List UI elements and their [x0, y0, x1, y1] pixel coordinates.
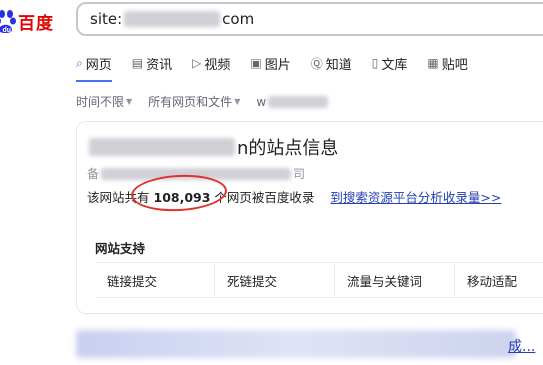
icp-prefix: 备: [87, 167, 100, 181]
card-title[interactable]: n的站点信息: [89, 134, 338, 160]
tab-label: 知道: [325, 57, 352, 73]
resource-platform-link[interactable]: 到搜索资源平台分析收录量>>: [330, 190, 501, 205]
redacted-site: [268, 95, 329, 108]
next-result-tail[interactable]: 成...: [508, 336, 535, 356]
tieba-icon: ▦: [427, 56, 439, 70]
support-links: 链接提交 死链提交 流量与关键词 移动适配: [95, 262, 543, 298]
tab-label: 视频: [204, 57, 231, 73]
query-suffix: com: [222, 10, 255, 28]
tab-label: 资讯: [146, 57, 173, 73]
chevron-down-icon: ▼: [126, 97, 133, 106]
tab-zhidao[interactable]: Ⓠ 知道: [311, 50, 352, 76]
question-icon: Ⓠ: [310, 56, 323, 71]
site-filter-label: w: [256, 94, 267, 109]
tab-label: 贴吧: [441, 57, 468, 73]
tab-label: 图片: [264, 57, 291, 73]
type-filter[interactable]: 所有网页和文件 ▼: [148, 93, 240, 110]
tab-label: 网页: [85, 57, 112, 73]
stat-suffix: 个网页被百度收录: [214, 190, 315, 205]
dead-link-submit-button[interactable]: 死链提交: [215, 263, 335, 297]
time-filter[interactable]: 时间不限 ▼: [76, 93, 132, 110]
tab-tieba[interactable]: ▦ 贴吧: [427, 50, 467, 76]
redacted-domain: [124, 11, 221, 27]
tab-web[interactable]: ⌕ 网页: [76, 50, 112, 82]
link-submit-button[interactable]: 链接提交: [95, 263, 215, 297]
traffic-keywords-button[interactable]: 流量与关键词: [335, 263, 455, 297]
baidu-paw-icon: du: [0, 8, 16, 34]
tab-video[interactable]: ▷ 视频: [192, 50, 230, 76]
image-icon: ▣: [250, 56, 262, 70]
search-input[interactable]: site: com: [76, 2, 543, 36]
icp-suffix: 司: [293, 167, 306, 181]
card-title-suffix: n的站点信息: [237, 138, 339, 159]
baidu-logo[interactable]: du 百度: [0, 6, 54, 36]
type-filter-label: 所有网页和文件: [148, 95, 233, 109]
tab-wenku[interactable]: ▯ 文库: [372, 50, 408, 76]
tab-label: 文库: [381, 57, 408, 73]
tab-image[interactable]: ▣ 图片: [250, 50, 290, 76]
search-filters: 时间不限 ▼ 所有网页和文件 ▼ w: [76, 93, 344, 110]
tab-news[interactable]: ▤ 资讯: [132, 50, 172, 76]
time-filter-label: 时间不限: [76, 95, 125, 109]
chevron-down-icon: ▼: [234, 97, 241, 106]
search-icon: ⌕: [76, 55, 83, 70]
mobile-adapt-button[interactable]: 移动适配: [455, 263, 543, 297]
svg-text:du: du: [3, 27, 12, 34]
site-info-card: n的站点信息 备 司 该网站共有 108,093 个网页被百度收录 到搜索资源平…: [76, 121, 543, 314]
doc-icon: ▯: [371, 56, 379, 70]
redacted-next-result: [76, 330, 516, 358]
video-icon: ▷: [192, 56, 202, 70]
redacted-title: [89, 138, 235, 156]
search-tabs: ⌕ 网页 ▤ 资讯 ▷ 视频 ▣ 图片 Ⓠ 知道 ▯ 文库 ▦ 贴吧: [76, 50, 488, 82]
site-filter[interactable]: w: [256, 94, 329, 109]
logo-text: 百度: [18, 13, 54, 34]
support-title: 网站支持: [95, 241, 146, 256]
baidu-results-page: du 百度 site: com ⌕ 网页 ▤ 资讯 ▷ 视频 ▣ 图片 Ⓠ 知道: [0, 0, 543, 365]
news-icon: ▤: [131, 56, 144, 70]
query-prefix: site:: [90, 10, 123, 28]
